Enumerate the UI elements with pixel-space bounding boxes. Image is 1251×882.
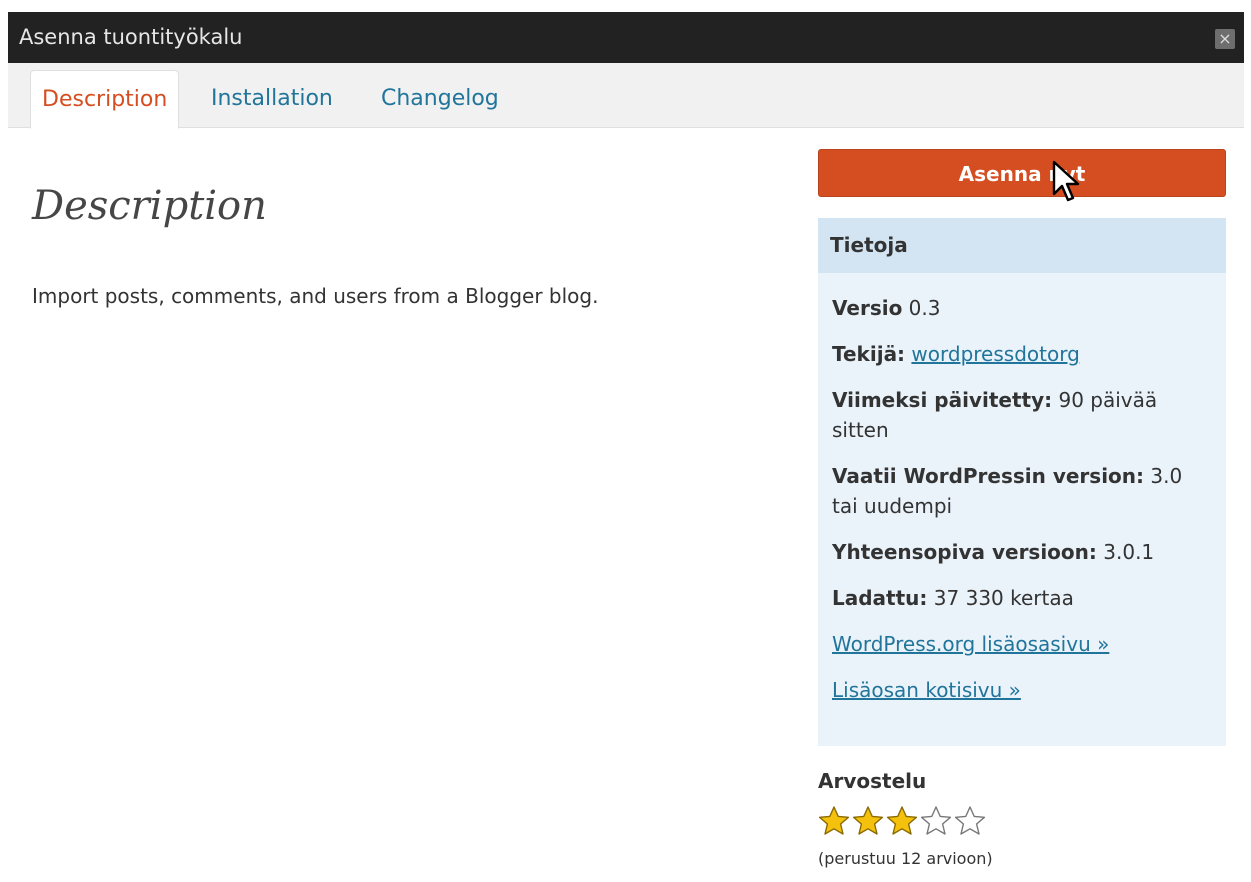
- author-link[interactable]: wordpressdotorg: [911, 342, 1079, 366]
- info-plugin-page: WordPress.org lisäosasivu »: [832, 629, 1214, 659]
- updated-label: Viimeksi päivitetty:: [832, 388, 1053, 412]
- info-homepage: Lisäosan kotisivu »: [832, 675, 1214, 705]
- tab-changelog[interactable]: Changelog: [370, 70, 510, 128]
- plugin-page-link[interactable]: WordPress.org lisäosasivu »: [832, 632, 1109, 656]
- dialog-titlebar: Asenna tuontityökalu ×: [8, 12, 1244, 63]
- homepage-link[interactable]: Lisäosan kotisivu »: [832, 678, 1021, 702]
- info-requires: Vaatii WordPressin version: 3.0 tai uude…: [832, 461, 1214, 521]
- version-value: 0.3: [908, 296, 941, 320]
- info-last-updated: Viimeksi päivitetty: 90 päivää sitten: [832, 385, 1214, 445]
- star-empty-icon: [920, 806, 952, 835]
- compatible-label: Yhteensopiva versioon:: [832, 540, 1097, 564]
- close-icon[interactable]: ×: [1215, 29, 1235, 49]
- compatible-value: 3.0.1: [1103, 540, 1155, 564]
- plugin-info-box: Tietoja Versio 0.3 Tekijä: wordpressdoto…: [818, 218, 1226, 746]
- info-version: Versio 0.3: [832, 293, 1214, 323]
- dialog-title: Asenna tuontityökalu: [19, 25, 243, 49]
- author-label: Tekijä:: [832, 342, 906, 366]
- star-filled-icon: [886, 806, 918, 835]
- section-heading: Description: [32, 183, 267, 229]
- info-author: Tekijä: wordpressdotorg: [832, 339, 1214, 369]
- downloaded-value: 37 330 kertaa: [933, 586, 1074, 610]
- plugin-description: Import posts, comments, and users from a…: [32, 284, 599, 308]
- info-compatible: Yhteensopiva versioon: 3.0.1: [832, 537, 1214, 567]
- tab-installation[interactable]: Installation: [200, 70, 344, 128]
- info-box-body: Versio 0.3 Tekijä: wordpressdotorg Viime…: [818, 273, 1226, 705]
- window-top-edge: [0, 0, 1251, 12]
- tab-bar: Description Installation Changelog: [8, 63, 1244, 129]
- mouse-pointer-icon: [1052, 160, 1080, 202]
- info-downloaded: Ladattu: 37 330 kertaa: [832, 583, 1214, 613]
- rating-note: (perustuu 12 arvioon): [818, 849, 993, 868]
- info-box-title: Tietoja: [818, 218, 1226, 273]
- install-now-button[interactable]: Asenna nyt: [818, 149, 1226, 197]
- star-filled-icon: [818, 806, 850, 835]
- star-empty-icon: [954, 806, 986, 835]
- star-rating: [818, 805, 988, 841]
- star-filled-icon: [852, 806, 884, 835]
- version-label: Versio: [832, 296, 903, 320]
- tab-description[interactable]: Description: [30, 70, 180, 129]
- rating-title: Arvostelu: [818, 769, 927, 793]
- requires-label: Vaatii WordPressin version:: [832, 464, 1145, 488]
- downloaded-label: Ladattu:: [832, 586, 928, 610]
